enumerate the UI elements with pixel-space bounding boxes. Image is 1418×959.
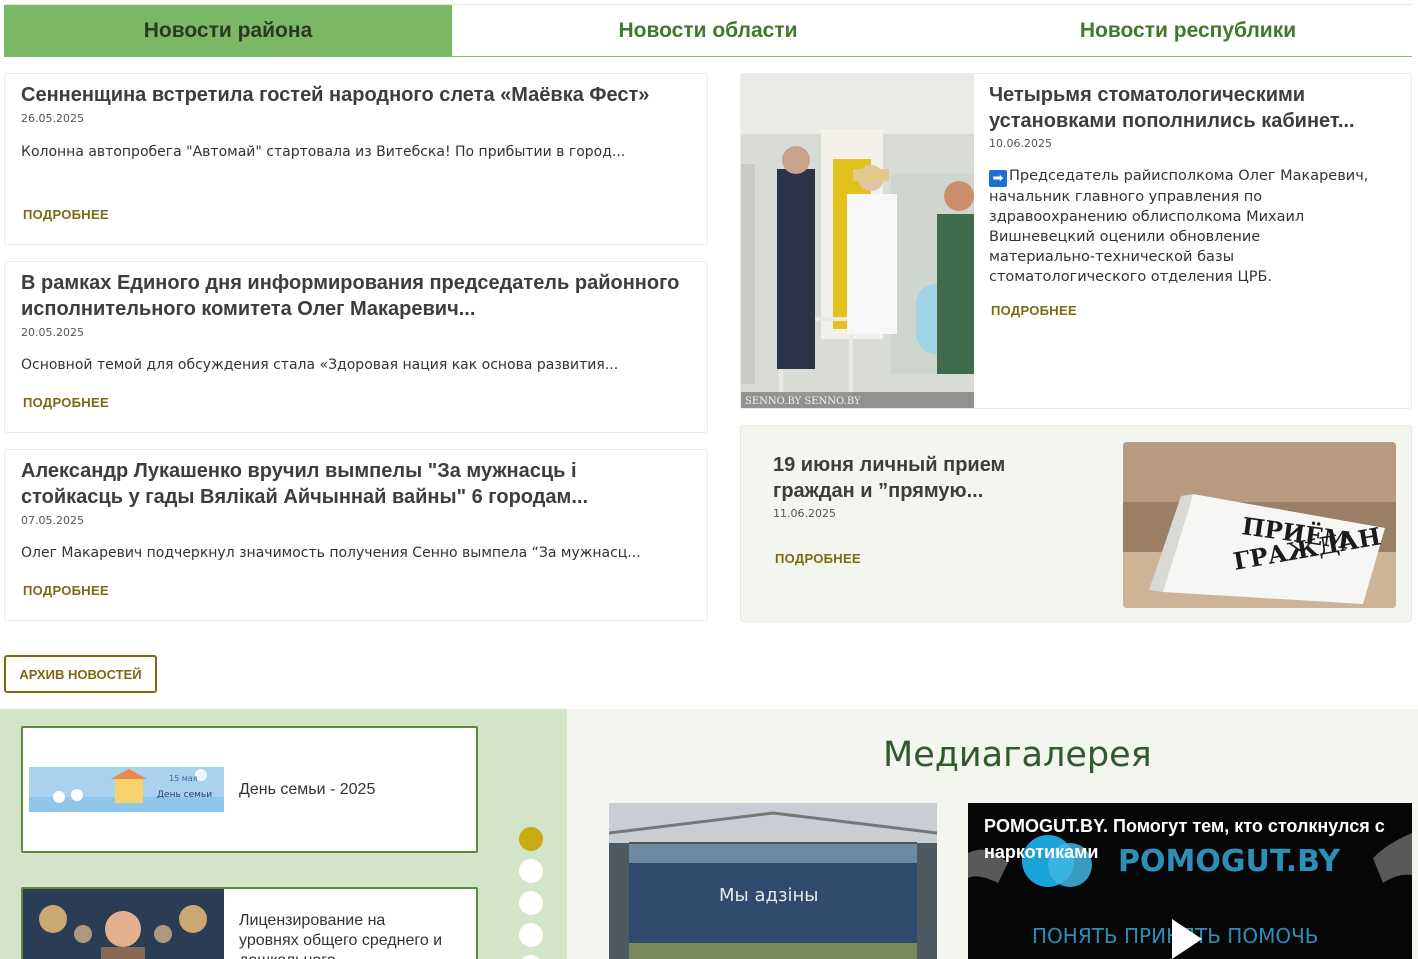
news-archive-button[interactable]: АРХИВ НОВОСТЕЙ bbox=[4, 655, 157, 693]
play-icon[interactable] bbox=[1172, 919, 1202, 959]
banner-licensing-label[interactable]: Лицензирование на уровнях общего среднег… bbox=[239, 911, 449, 959]
svg-text:День семьи: День семьи bbox=[157, 790, 212, 800]
news-tabs: Новости района Новости области Новости р… bbox=[4, 4, 1412, 57]
news-card[interactable]: Сенненщина встретила гостей народного сл… bbox=[4, 73, 708, 245]
featured-news-card[interactable]: SENNO.BY SENNO.BY Четырьмя стоматологиче… bbox=[740, 73, 1412, 409]
reception-date: 11.06.2025 bbox=[773, 507, 836, 520]
svg-text:SENNO.BY SENNO.BY: SENNO.BY SENNO.BY bbox=[745, 396, 861, 407]
news-card[interactable]: Александр Лукашенко вручил вымпелы "За м… bbox=[4, 449, 708, 621]
news-title[interactable]: Александр Лукашенко вручил вымпелы "За м… bbox=[21, 458, 681, 510]
featured-news-body: Председатель райисполкома Олег Макаревич… bbox=[989, 168, 1369, 285]
reception-photo[interactable]: ПРИЁМ ГРАЖДАН bbox=[1123, 442, 1396, 608]
featured-news-text: ➡ Председатель райисполкома Олег Макареви… bbox=[989, 166, 1369, 287]
news-date: 26.05.2025 bbox=[21, 112, 84, 125]
news-title[interactable]: В рамках Единого дня информирования пред… bbox=[21, 270, 681, 322]
featured-news-photo[interactable]: SENNO.BY SENNO.BY bbox=[741, 74, 974, 408]
tab-republic-news[interactable]: Новости республики bbox=[964, 5, 1412, 57]
slider-dot[interactable] bbox=[519, 827, 543, 851]
banner-licensing[interactable]: Лицензирование на уровнях общего среднег… bbox=[21, 887, 478, 959]
tab-region-news[interactable]: Новости области bbox=[452, 5, 964, 57]
more-link[interactable]: ПОДРОБНЕЕ bbox=[23, 395, 109, 410]
reception-title[interactable]: 19 июня личный прием граждан и ”прямую..… bbox=[773, 452, 1073, 504]
slider-dot[interactable] bbox=[519, 923, 543, 947]
news-excerpt: Основной темой для обсуждения стала «Здо… bbox=[21, 357, 619, 373]
news-title[interactable]: Сенненщина встретила гостей народного сл… bbox=[21, 82, 681, 108]
news-date: 07.05.2025 bbox=[21, 514, 84, 527]
media-photo[interactable]: Мы адзіны bbox=[609, 803, 937, 959]
arrow-right-icon: ➡ bbox=[989, 170, 1007, 187]
more-link[interactable]: ПОДРОБНЕЕ bbox=[775, 551, 861, 566]
more-link[interactable]: ПОДРОБНЕЕ bbox=[23, 583, 109, 598]
news-excerpt: Олег Макаревич подчеркнул значимость пол… bbox=[21, 545, 641, 561]
featured-news-title[interactable]: Четырьмя стоматологическими установками … bbox=[989, 82, 1389, 134]
featured-news-date: 10.06.2025 bbox=[989, 137, 1052, 150]
banner-licensing-image bbox=[23, 889, 224, 959]
news-card[interactable]: В рамках Единого дня информирования пред… bbox=[4, 261, 708, 433]
banner-family-day[interactable]: 15 мая День семьи День семьи - 2025 bbox=[21, 726, 478, 853]
banner-family-day-label[interactable]: День семьи - 2025 bbox=[239, 780, 375, 800]
slider-dot[interactable] bbox=[519, 859, 543, 883]
more-link[interactable]: ПОДРОБНЕЕ bbox=[991, 303, 1077, 318]
more-link[interactable]: ПОДРОБНЕЕ bbox=[23, 207, 109, 222]
slider-dot[interactable] bbox=[519, 891, 543, 915]
media-video[interactable]: POMOGUT.BY ПОНЯТЬ ПРИНЯТЬ ПОМОЧЬ POMOGUT… bbox=[968, 803, 1412, 959]
reception-news-card[interactable]: 19 июня личный прием граждан и ”прямую..… bbox=[740, 425, 1412, 622]
video-title[interactable]: POMOGUT.BY. Помогут тем, кто столкнулся … bbox=[984, 813, 1412, 865]
media-gallery-title: Медиагалерея bbox=[883, 735, 1152, 775]
svg-text:Мы адзіны: Мы адзіны bbox=[719, 885, 819, 906]
tab-district-news[interactable]: Новости района bbox=[4, 5, 452, 57]
svg-text:15 мая: 15 мая bbox=[169, 774, 198, 783]
news-date: 20.05.2025 bbox=[21, 326, 84, 339]
news-excerpt: Колонна автопробега "Автомай" стартовала… bbox=[21, 144, 626, 160]
banner-family-day-image: 15 мая День семьи bbox=[29, 767, 224, 812]
